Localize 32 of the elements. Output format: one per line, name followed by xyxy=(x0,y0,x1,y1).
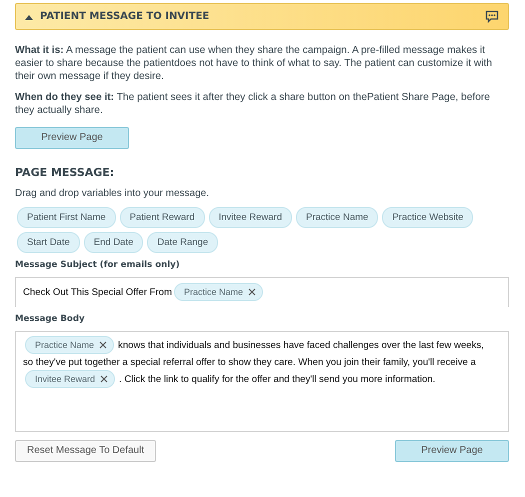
instruction-text: Drag and drop variables into your message. xyxy=(15,188,210,198)
message-text: knows that individuals and businesses have faced challenges over the last few weeks, xyxy=(118,338,484,352)
info-paragraph: What it is: A message the patient can use when they share the campaign. A pre-filled message makes it easier to share because the patientdoes not have to think of what to say. The patient can customize it with their own message if they desire. xyxy=(15,44,494,83)
variable-chip[interactable]: End Date xyxy=(84,232,144,252)
variable-chip[interactable]: Start Date xyxy=(17,232,80,252)
section-title: PATIENT MESSAGE TO INVITEE xyxy=(40,11,210,22)
field-label: Message Subject (for emails only) xyxy=(15,260,181,270)
preview-page-button[interactable]: Preview Page xyxy=(15,126,129,148)
message-text: Check Out This Special Offer From xyxy=(23,286,172,300)
variable-chip[interactable]: Date Range xyxy=(147,232,218,252)
info-paragraph: When do they see it: The patient sees it after they click a share button on thePatient Share Page, before they actually share. xyxy=(15,91,491,117)
remove-icon xyxy=(100,375,108,383)
remove-icon xyxy=(248,288,256,296)
preview-page-button[interactable]: Preview Page xyxy=(395,440,509,462)
message-text: so they've put together a special referral offer to show they care. When you join their family, you'll receive a xyxy=(23,356,476,370)
variable-token[interactable]: Practice Name xyxy=(174,283,263,301)
variable-chip[interactable]: Practice Website xyxy=(382,206,474,228)
section-header[interactable]: PATIENT MESSAGE TO INVITEE xyxy=(15,3,509,30)
message-text: . Click the link to qualify for the offer and they'll send you more information. xyxy=(119,372,436,386)
field-label: Message Body xyxy=(15,314,86,324)
section-heading: PAGE MESSAGE: xyxy=(15,166,116,178)
remove-icon xyxy=(99,341,108,349)
chat-icon xyxy=(485,10,499,23)
variable-token[interactable]: Practice Name xyxy=(25,336,114,354)
variable-chip[interactable]: Patient First Name xyxy=(17,206,116,228)
reset-button[interactable]: Reset Message To Default xyxy=(15,440,156,462)
variable-token[interactable]: Invitee Reward xyxy=(25,370,116,388)
variable-chip[interactable]: Invitee Reward xyxy=(208,206,292,228)
body-field[interactable] xyxy=(15,330,509,432)
variable-chip[interactable]: Practice Name xyxy=(296,206,378,228)
subject-field[interactable]: Check Out This Special Offer From Practice Name xyxy=(15,276,509,306)
variable-chip[interactable]: Patient Reward xyxy=(120,206,205,228)
